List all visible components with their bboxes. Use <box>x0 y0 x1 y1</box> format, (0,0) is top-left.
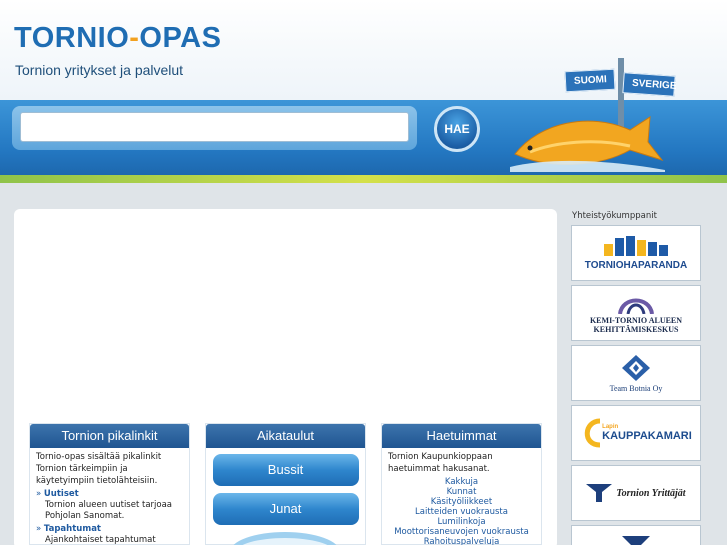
partners-heading: Yhteistyökumppanit <box>572 211 657 221</box>
popular-title: Haetuimmat <box>382 424 541 448</box>
partner-partial[interactable] <box>571 525 701 545</box>
search-button[interactable]: HAE <box>434 106 480 152</box>
search-bar <box>12 106 417 150</box>
y-mark-icon <box>586 484 613 502</box>
partner-kauppakamari[interactable]: Lapin KAUPPAKAMARI <box>571 405 701 461</box>
quicklinks-box: Tornion pikalinkit Tornio-opas sisältää … <box>29 423 190 545</box>
logo-part-1: TORNIO <box>14 22 130 54</box>
bullet-icon: » <box>36 524 42 534</box>
bus-timetable-button[interactable]: Bussit <box>212 454 359 486</box>
timetables-box: Aikataulut Bussit Junat <box>205 423 366 545</box>
quicklinks-intro: Tornio-opas sisältää pikalinkit Tornion … <box>36 452 162 486</box>
partner-team-botnia[interactable]: Team Botnia Oy <box>571 345 701 401</box>
diamond-icon <box>621 354 650 381</box>
popular-link[interactable]: Moottorisaneuvojen vuokrausta <box>382 527 541 537</box>
bullet-icon: » <box>36 489 42 499</box>
quicklinks-title: Tornion pikalinkit <box>30 424 189 448</box>
popular-searches-box: Haetuimmat Tornion Kaupunkioppaan haetui… <box>381 423 542 545</box>
tornio-haparanda-text: TORNIOHAPARANDA <box>584 259 688 271</box>
popular-link[interactable]: Lumilinkoja <box>382 517 541 527</box>
salmon-illustration <box>510 116 665 172</box>
kemi-line1: KEMI-TORNIO ALUEEN <box>589 316 683 325</box>
kauppakamari-logo: Lapin KAUPPAKAMARI <box>580 417 692 449</box>
quicklink-uutiset[interactable]: Uutiset <box>44 489 79 499</box>
tornio-bars-icon <box>603 235 668 256</box>
search-input[interactable] <box>20 112 409 142</box>
site-tagline: Tornion yritykset ja palvelut <box>15 62 184 78</box>
kemi-tornio-logo: KEMI-TORNIO ALUEEN KEHITTÄMISKESKUS <box>590 292 682 334</box>
yrittajat-text: Tornion Yrittäjät <box>616 487 686 499</box>
train-timetable-button[interactable]: Junat <box>212 493 359 525</box>
popular-link[interactable]: Kunnat <box>382 487 541 497</box>
partner-kemi-tornio[interactable]: KEMI-TORNIO ALUEEN KEHITTÄMISKESKUS <box>571 285 701 341</box>
tornio-haparanda-logo: TORNIOHAPARANDA <box>584 235 688 271</box>
logo-dash: - <box>129 22 140 54</box>
kemi-line2: KEHITTÄMISKESKUS <box>593 325 679 334</box>
popular-link[interactable]: Rahoituspalveluja <box>382 537 541 545</box>
sign-suomi: SUOMI <box>564 68 616 93</box>
quicklink-item[interactable]: » Tapahtumat Ajankohtaiset tapahtumat <box>30 522 189 545</box>
arch-icon <box>618 298 654 314</box>
partner-tornion-yrittajat[interactable]: Tornion Yrittäjät <box>571 465 701 521</box>
sign-sverige: SVERIGE <box>622 72 677 97</box>
popular-list: Kakkuja Kunnat Käsityöliikkeet Laitteide… <box>382 475 541 545</box>
timetables-title: Aikataulut <box>206 424 365 448</box>
quicklink-tapahtumat-desc: Ajankohtaiset tapahtumat <box>45 535 156 545</box>
decorative-circle <box>230 532 340 545</box>
kauppakamari-text: KAUPPAKAMARI <box>602 430 692 442</box>
partner-partial-icon <box>622 536 650 545</box>
site-logo[interactable]: TORNIO-OPAS <box>14 22 221 55</box>
header-ground-strip <box>0 175 727 183</box>
team-botnia-logo: Team Botnia Oy <box>609 354 663 393</box>
logo-part-2: OPAS <box>139 22 222 54</box>
site-header: TORNIO-OPAS Tornion yritykset ja palvelu… <box>0 0 727 183</box>
popular-link[interactable]: Kakkuja <box>382 477 541 487</box>
yrittajat-logo: Tornion Yrittäjät <box>586 484 686 502</box>
popular-link[interactable]: Laitteiden vuokrausta <box>382 507 541 517</box>
popular-intro: Tornion Kaupunkioppaan haetuimmat hakusa… <box>388 452 493 474</box>
quicklink-uutiset-desc: Tornion alueen uutiset tarjoaa Pohjolan … <box>45 500 173 521</box>
team-botnia-text: Team Botnia Oy <box>609 383 663 393</box>
partner-tornio-haparanda[interactable]: TORNIOHAPARANDA <box>571 225 701 281</box>
c-swoosh-icon <box>584 418 601 448</box>
quicklink-tapahtumat[interactable]: Tapahtumat <box>44 524 101 534</box>
quicklink-item[interactable]: » Uutiset Tornion alueen uutiset tarjoaa… <box>30 487 189 522</box>
popular-link[interactable]: Käsityöliikkeet <box>382 497 541 507</box>
